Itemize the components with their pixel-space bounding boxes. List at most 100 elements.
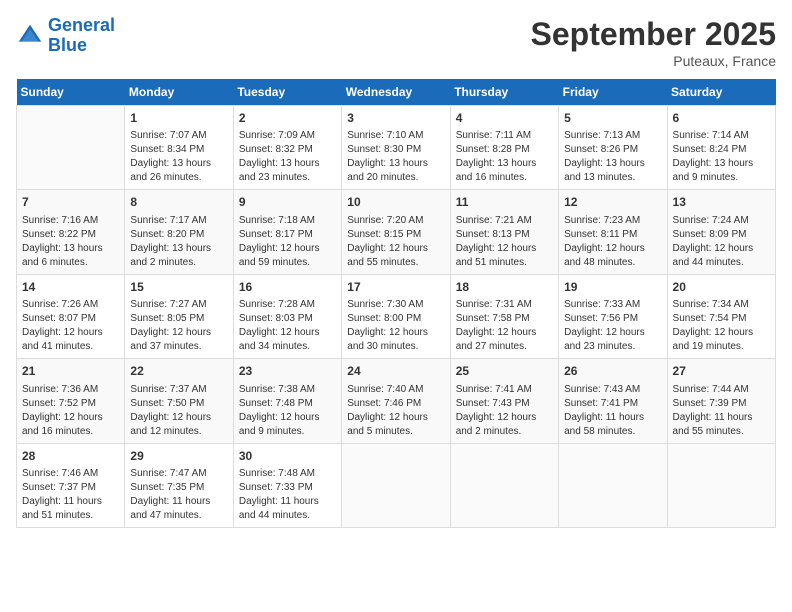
day-info: Sunrise: 7:33 AM Sunset: 7:56 PM Dayligh… xyxy=(564,298,661,354)
day-info: Sunrise: 7:28 AM Sunset: 8:03 PM Dayligh… xyxy=(239,298,336,354)
day-info: Sunrise: 7:09 AM Sunset: 8:32 PM Dayligh… xyxy=(239,129,336,185)
day-cell xyxy=(559,443,667,527)
day-cell: 23 Sunrise: 7:38 AM Sunset: 7:48 PM Dayli… xyxy=(233,359,341,443)
column-header-tuesday: Tuesday xyxy=(233,79,341,106)
day-number: 11 xyxy=(456,194,553,211)
day-info: Sunrise: 7:11 AM Sunset: 8:28 PM Dayligh… xyxy=(456,129,553,185)
day-number: 25 xyxy=(456,363,553,380)
day-cell xyxy=(342,443,450,527)
column-header-saturday: Saturday xyxy=(667,79,775,106)
logo: General Blue xyxy=(16,16,115,56)
week-row-2: 7 Sunrise: 7:16 AM Sunset: 8:22 PM Daylig… xyxy=(17,190,776,274)
header-row: SundayMondayTuesdayWednesdayThursdayFrid… xyxy=(17,79,776,106)
day-info: Sunrise: 7:48 AM Sunset: 7:33 PM Dayligh… xyxy=(239,467,336,523)
day-info: Sunrise: 7:26 AM Sunset: 8:07 PM Dayligh… xyxy=(22,298,119,354)
day-cell: 22 Sunrise: 7:37 AM Sunset: 7:50 PM Dayli… xyxy=(125,359,233,443)
column-header-monday: Monday xyxy=(125,79,233,106)
day-info: Sunrise: 7:34 AM Sunset: 7:54 PM Dayligh… xyxy=(673,298,770,354)
day-cell: 7 Sunrise: 7:16 AM Sunset: 8:22 PM Daylig… xyxy=(17,190,125,274)
day-cell: 20 Sunrise: 7:34 AM Sunset: 7:54 PM Dayli… xyxy=(667,274,775,358)
day-info: Sunrise: 7:47 AM Sunset: 7:35 PM Dayligh… xyxy=(130,467,227,523)
day-number: 29 xyxy=(130,448,227,465)
location: Puteaux, France xyxy=(531,53,776,69)
day-number: 8 xyxy=(130,194,227,211)
day-info: Sunrise: 7:46 AM Sunset: 7:37 PM Dayligh… xyxy=(22,467,119,523)
day-info: Sunrise: 7:30 AM Sunset: 8:00 PM Dayligh… xyxy=(347,298,444,354)
day-info: Sunrise: 7:40 AM Sunset: 7:46 PM Dayligh… xyxy=(347,383,444,439)
day-number: 1 xyxy=(130,110,227,127)
day-cell: 10Sunrise: 7:20 AM Sunset: 8:15 PM Dayli… xyxy=(342,190,450,274)
week-row-5: 28 Sunrise: 7:46 AM Sunset: 7:37 PM Dayli… xyxy=(17,443,776,527)
day-cell: 27Sunrise: 7:44 AM Sunset: 7:39 PM Dayli… xyxy=(667,359,775,443)
day-number: 21 xyxy=(22,363,119,380)
day-number: 17 xyxy=(347,279,444,296)
page-header: General Blue September 2025 Puteaux, Fra… xyxy=(16,16,776,69)
day-number: 4 xyxy=(456,110,553,127)
day-cell: 17 Sunrise: 7:30 AM Sunset: 8:00 PM Dayli… xyxy=(342,274,450,358)
day-cell: 24 Sunrise: 7:40 AM Sunset: 7:46 PM Dayli… xyxy=(342,359,450,443)
logo-icon xyxy=(16,22,44,50)
day-info: Sunrise: 7:36 AM Sunset: 7:52 PM Dayligh… xyxy=(22,383,119,439)
day-cell xyxy=(17,106,125,190)
day-cell xyxy=(450,443,558,527)
logo-line2: Blue xyxy=(48,35,87,55)
day-cell: 25 Sunrise: 7:41 AM Sunset: 7:43 PM Dayli… xyxy=(450,359,558,443)
day-number: 7 xyxy=(22,194,119,211)
day-number: 5 xyxy=(564,110,661,127)
week-row-4: 21 Sunrise: 7:36 AM Sunset: 7:52 PM Dayli… xyxy=(17,359,776,443)
day-cell: 12 Sunrise: 7:23 AM Sunset: 8:11 PM Dayli… xyxy=(559,190,667,274)
day-number: 12 xyxy=(564,194,661,211)
day-info: Sunrise: 7:27 AM Sunset: 8:05 PM Dayligh… xyxy=(130,298,227,354)
day-info: Sunrise: 7:43 AM Sunset: 7:41 PM Dayligh… xyxy=(564,383,661,439)
day-cell: 2Sunrise: 7:09 AM Sunset: 8:32 PM Daylig… xyxy=(233,106,341,190)
week-row-1: 1 Sunrise: 7:07 AM Sunset: 8:34 PM Daylig… xyxy=(17,106,776,190)
day-number: 23 xyxy=(239,363,336,380)
day-number: 24 xyxy=(347,363,444,380)
day-cell: 8Sunrise: 7:17 AM Sunset: 8:20 PM Daylig… xyxy=(125,190,233,274)
day-number: 18 xyxy=(456,279,553,296)
logo-text: General Blue xyxy=(48,16,115,56)
day-number: 28 xyxy=(22,448,119,465)
day-number: 13 xyxy=(673,194,770,211)
day-info: Sunrise: 7:13 AM Sunset: 8:26 PM Dayligh… xyxy=(564,129,661,185)
day-info: Sunrise: 7:24 AM Sunset: 8:09 PM Dayligh… xyxy=(673,214,770,270)
week-row-3: 14 Sunrise: 7:26 AM Sunset: 8:07 PM Dayli… xyxy=(17,274,776,358)
day-cell: 18Sunrise: 7:31 AM Sunset: 7:58 PM Dayli… xyxy=(450,274,558,358)
day-number: 30 xyxy=(239,448,336,465)
day-cell: 21 Sunrise: 7:36 AM Sunset: 7:52 PM Dayli… xyxy=(17,359,125,443)
day-number: 19 xyxy=(564,279,661,296)
calendar-table: SundayMondayTuesdayWednesdayThursdayFrid… xyxy=(16,79,776,528)
day-cell: 5 Sunrise: 7:13 AM Sunset: 8:26 PM Daylig… xyxy=(559,106,667,190)
day-info: Sunrise: 7:21 AM Sunset: 8:13 PM Dayligh… xyxy=(456,214,553,270)
column-header-friday: Friday xyxy=(559,79,667,106)
day-info: Sunrise: 7:18 AM Sunset: 8:17 PM Dayligh… xyxy=(239,214,336,270)
day-number: 14 xyxy=(22,279,119,296)
day-info: Sunrise: 7:23 AM Sunset: 8:11 PM Dayligh… xyxy=(564,214,661,270)
day-info: Sunrise: 7:38 AM Sunset: 7:48 PM Dayligh… xyxy=(239,383,336,439)
day-info: Sunrise: 7:41 AM Sunset: 7:43 PM Dayligh… xyxy=(456,383,553,439)
day-cell: 28 Sunrise: 7:46 AM Sunset: 7:37 PM Dayli… xyxy=(17,443,125,527)
day-number: 15 xyxy=(130,279,227,296)
month-title: September 2025 xyxy=(531,16,776,53)
day-cell: 26 Sunrise: 7:43 AM Sunset: 7:41 PM Dayli… xyxy=(559,359,667,443)
day-cell: 9Sunrise: 7:18 AM Sunset: 8:17 PM Daylig… xyxy=(233,190,341,274)
day-cell: 13 Sunrise: 7:24 AM Sunset: 8:09 PM Dayli… xyxy=(667,190,775,274)
day-info: Sunrise: 7:16 AM Sunset: 8:22 PM Dayligh… xyxy=(22,214,119,270)
column-header-thursday: Thursday xyxy=(450,79,558,106)
day-info: Sunrise: 7:07 AM Sunset: 8:34 PM Dayligh… xyxy=(130,129,227,185)
day-number: 20 xyxy=(673,279,770,296)
day-cell: 3Sunrise: 7:10 AM Sunset: 8:30 PM Daylig… xyxy=(342,106,450,190)
day-info: Sunrise: 7:14 AM Sunset: 8:24 PM Dayligh… xyxy=(673,129,770,185)
day-cell xyxy=(667,443,775,527)
day-info: Sunrise: 7:37 AM Sunset: 7:50 PM Dayligh… xyxy=(130,383,227,439)
day-number: 16 xyxy=(239,279,336,296)
day-cell: 14 Sunrise: 7:26 AM Sunset: 8:07 PM Dayli… xyxy=(17,274,125,358)
day-cell: 16 Sunrise: 7:28 AM Sunset: 8:03 PM Dayli… xyxy=(233,274,341,358)
day-number: 22 xyxy=(130,363,227,380)
column-header-wednesday: Wednesday xyxy=(342,79,450,106)
day-number: 6 xyxy=(673,110,770,127)
day-number: 26 xyxy=(564,363,661,380)
day-cell: 29 Sunrise: 7:47 AM Sunset: 7:35 PM Dayli… xyxy=(125,443,233,527)
day-cell: 1 Sunrise: 7:07 AM Sunset: 8:34 PM Daylig… xyxy=(125,106,233,190)
day-cell: 6 Sunrise: 7:14 AM Sunset: 8:24 PM Daylig… xyxy=(667,106,775,190)
